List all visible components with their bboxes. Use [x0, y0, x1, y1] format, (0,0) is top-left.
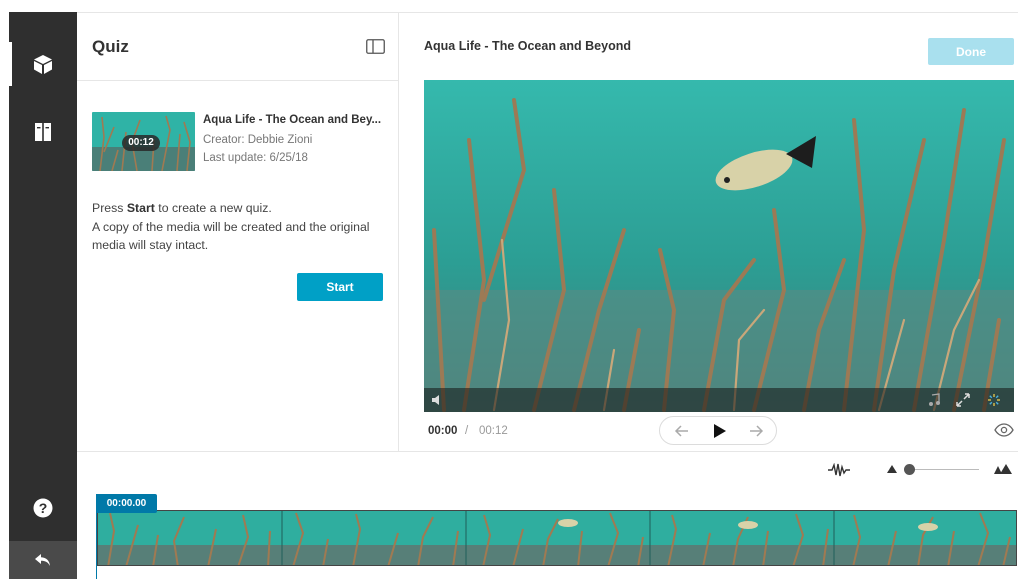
nav-item-chapters[interactable] — [9, 110, 77, 154]
media-thumbnail: 00:12 — [92, 112, 195, 171]
video-player[interactable] — [424, 80, 1014, 412]
zoom-in-icon[interactable] — [993, 463, 1013, 475]
media-name: Aqua Life - The Ocean and Bey... — [203, 114, 382, 126]
playhead-time[interactable]: 00:00.00 — [96, 494, 157, 513]
back-button[interactable] — [9, 541, 77, 579]
filmstrip-frames — [98, 511, 1016, 565]
quiz-editor: ? Quiz 00:12 Aqua Life - The Ocean and B… — [0, 0, 1018, 579]
video-frame — [424, 80, 1014, 412]
media-last-update: Last update: 6/25/18 — [203, 152, 308, 164]
play-button[interactable] — [710, 423, 728, 439]
quiz-instructions: Press Start to create a new quiz. A copy… — [92, 199, 392, 255]
svg-text:?: ? — [39, 500, 48, 516]
quiz-panel-title: Quiz — [92, 37, 129, 56]
quiz-panel-header: Quiz — [77, 13, 398, 81]
settings-spinner-icon[interactable] — [987, 393, 1001, 407]
timeline-filmstrip[interactable] — [97, 510, 1017, 566]
undo-arrow-icon — [35, 554, 50, 566]
step-back-button[interactable] — [673, 423, 691, 439]
media-summary: 00:12 Aqua Life - The Ocean and Bey... C… — [92, 112, 392, 172]
player-media-title: Aqua Life - The Ocean and Beyond — [424, 39, 631, 53]
current-time: 00:00 — [428, 425, 458, 437]
preview-eye-icon[interactable] — [994, 423, 1014, 437]
volume-icon[interactable] — [430, 393, 444, 407]
instructions-start-word: Start — [126, 201, 155, 215]
media-creator: Creator: Debbie Zioni — [203, 134, 313, 146]
zoom-slider-track[interactable] — [908, 469, 979, 470]
start-button[interactable]: Start — [297, 273, 383, 301]
zoom-out-icon[interactable] — [887, 464, 897, 474]
panel-layout-icon[interactable] — [366, 39, 385, 54]
thumbnail-duration: 00:12 — [122, 135, 160, 151]
step-forward-button[interactable] — [747, 423, 765, 439]
duration-time: 00:12 — [479, 425, 508, 437]
waveform-icon[interactable] — [828, 463, 850, 477]
fullscreen-icon[interactable] — [956, 393, 970, 407]
music-note-icon[interactable] — [927, 393, 941, 407]
zoom-slider-handle[interactable] — [904, 464, 916, 475]
quiz-panel: Quiz 00:12 Aqua Life - The Ocean and Bey… — [77, 13, 399, 451]
time-separator: / — [465, 425, 469, 437]
done-button[interactable]: Done — [928, 38, 1014, 65]
instructions-prefix: Press — [92, 201, 127, 215]
instructions-copy-note: A copy of the media will be created and … — [92, 219, 370, 253]
help-button[interactable]: ? — [9, 486, 77, 530]
cube-icon — [34, 55, 52, 74]
nav-item-quiz[interactable] — [9, 42, 77, 86]
media-info: Aqua Life - The Ocean and Bey... Creator… — [203, 114, 393, 164]
video-controls-bar — [424, 388, 1014, 412]
timeline-divider — [77, 451, 1018, 452]
instructions-suffix: to create a new quiz. — [154, 201, 272, 215]
book-icon — [35, 123, 51, 141]
left-nav: ? — [9, 12, 77, 579]
question-icon: ? — [33, 498, 53, 518]
transport-controls — [659, 416, 777, 445]
